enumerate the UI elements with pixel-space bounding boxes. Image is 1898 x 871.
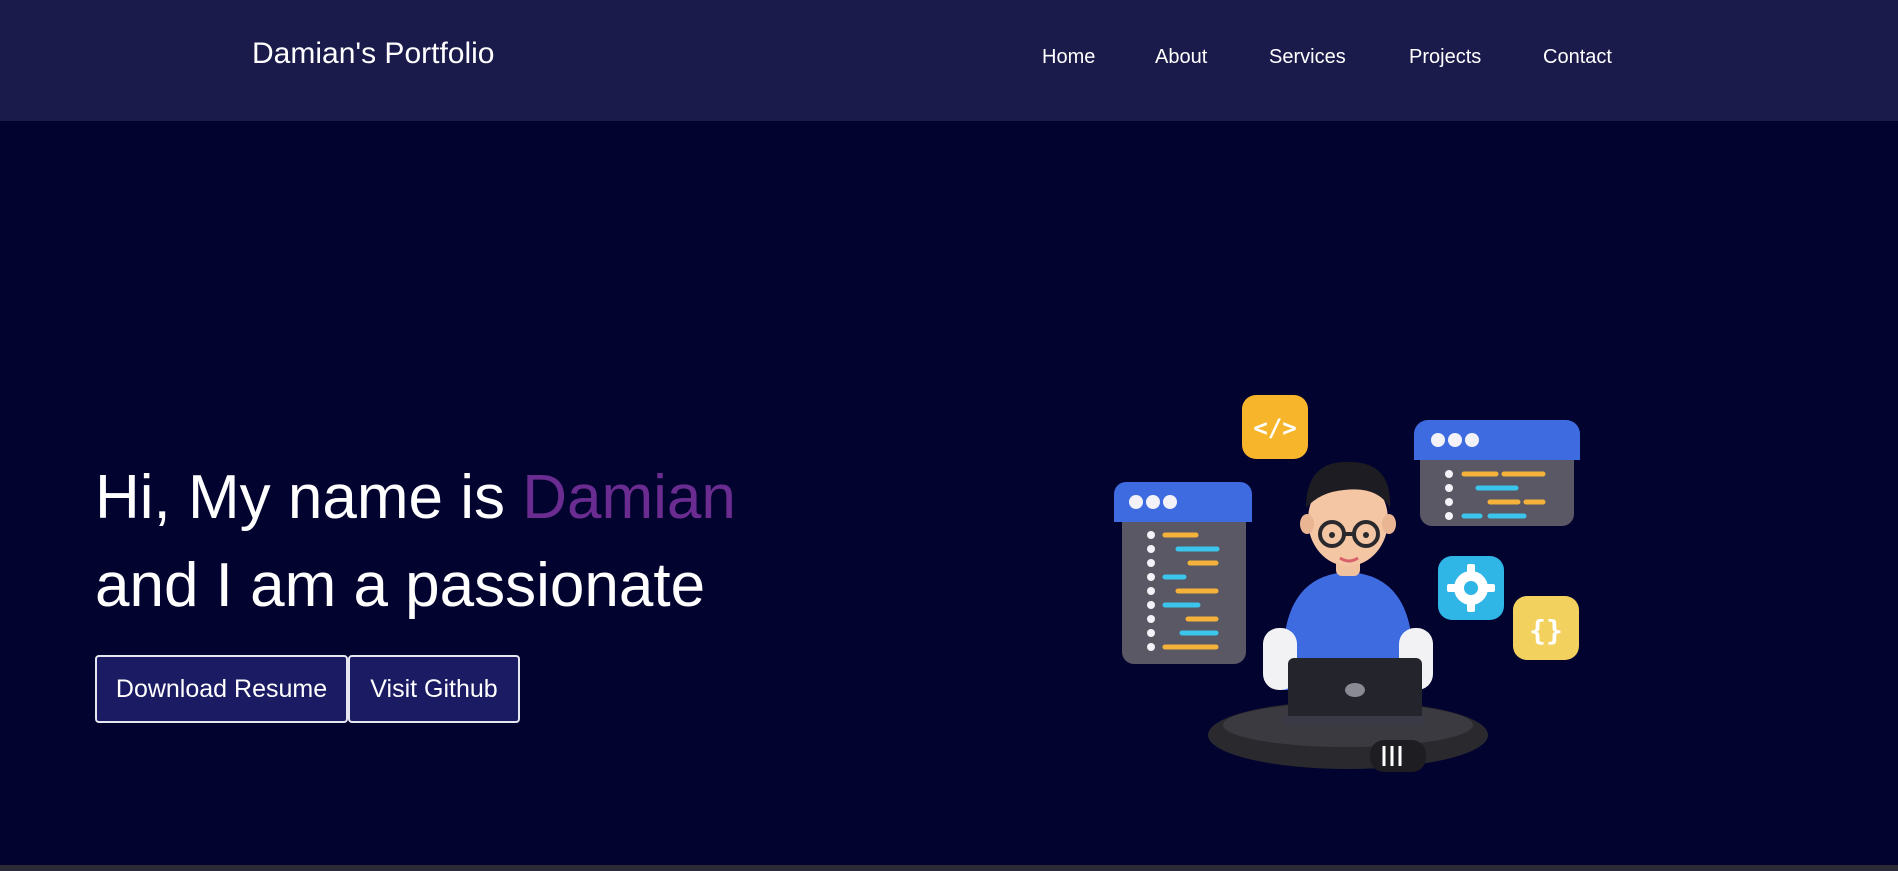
developer-illustration: </> {} <box>1114 395 1580 772</box>
hero-name: Damian <box>522 463 736 532</box>
nav-contact[interactable]: Contact <box>1543 46 1612 69</box>
hero-greeting: Hi, My name is Damian <box>95 467 736 529</box>
download-resume-button[interactable]: Download Resume <box>95 655 348 723</box>
hero-section: Hi, My name is Damian and I am a passion… <box>0 121 1898 865</box>
braces-label: {} <box>1529 614 1563 647</box>
visit-github-button[interactable]: Visit Github <box>348 655 520 723</box>
bottom-scroll-edge <box>0 865 1898 871</box>
code-window-right-icon <box>1414 420 1580 526</box>
nav-home[interactable]: Home <box>1042 46 1095 69</box>
hero-tagline: and I am a passionate <box>95 551 706 620</box>
nav-services[interactable]: Services <box>1269 46 1346 69</box>
code-tag-icon: </> <box>1242 395 1308 459</box>
navbar: Damian's Portfolio Home About Services P… <box>0 0 1898 121</box>
braces-icon: {} <box>1513 596 1579 660</box>
code-window-left-icon <box>1114 482 1252 664</box>
nav-about[interactable]: About <box>1155 46 1207 69</box>
gear-icon <box>1438 556 1504 620</box>
hero-greeting-text: Hi, My name is <box>95 463 523 532</box>
code-tag-label: </> <box>1253 414 1296 442</box>
nav-links: Home About Services Projects Contact <box>0 46 1898 70</box>
nav-projects[interactable]: Projects <box>1409 46 1481 69</box>
